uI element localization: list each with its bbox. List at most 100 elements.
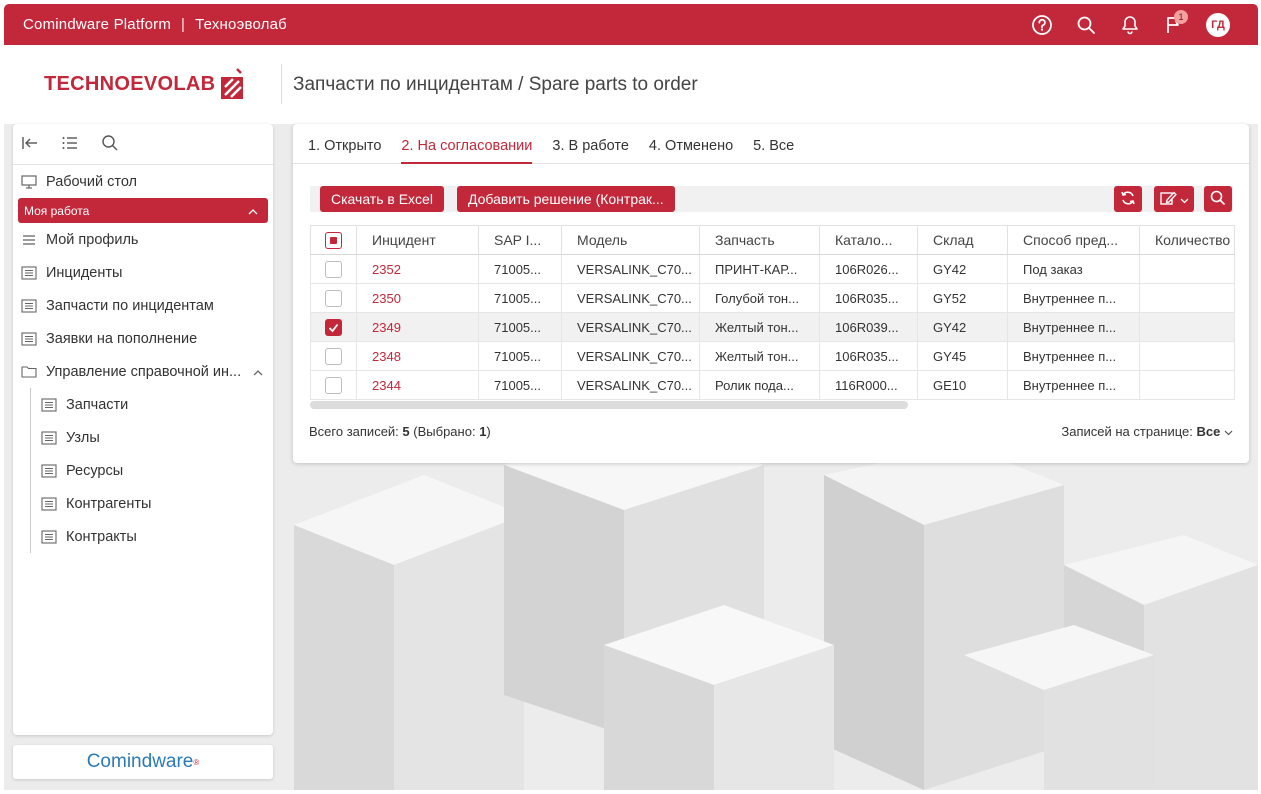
list-icon [40, 430, 58, 445]
chevron-down-icon [1224, 424, 1233, 439]
collapse-sidebar-icon[interactable] [21, 135, 39, 154]
table-row[interactable]: 2349 71005... VERSALINK_C70... Желтый тон..… [310, 312, 1235, 342]
column-header[interactable]: Способ пред... [1007, 225, 1140, 255]
sidebar-item-label: Заявки на пополнение [46, 330, 198, 347]
sidebar-item-spare-parts-incidents[interactable]: Запчасти по инцидентам [13, 289, 273, 322]
sidebar-item-label: Ресурсы [66, 462, 124, 479]
row-checkbox[interactable] [325, 289, 342, 307]
sidebar-search-icon[interactable] [101, 134, 119, 155]
table-cell: VERSALINK_C70... [561, 254, 700, 284]
page-title: Запчасти по инцидентам / Spare parts to … [293, 74, 698, 95]
row-checkbox[interactable] [325, 376, 342, 394]
brand-part-a: Comind [86, 751, 153, 772]
edit-icon [1159, 190, 1178, 209]
incident-link[interactable]: 2344 [356, 370, 479, 400]
refresh-button[interactable] [1114, 186, 1142, 212]
tab-all[interactable]: 5. Все [753, 138, 794, 163]
bell-icon[interactable] [1108, 4, 1152, 45]
sidebar-item-parts[interactable]: Запчасти [13, 388, 273, 421]
table-cell: Ролик пода... [699, 370, 820, 400]
selected-close: ) [486, 424, 491, 439]
row-select-cell[interactable] [310, 312, 357, 342]
data-grid: Инцидент SAP I... Модель Запчасть Катало… [310, 225, 1235, 400]
column-header[interactable]: Склад [917, 225, 1008, 255]
content-frame: TECHNOEVOLAB Запчасти по инцидентам / Sp… [4, 45, 1258, 790]
incident-link[interactable]: 2352 [356, 254, 479, 284]
row-select-cell[interactable] [310, 254, 357, 284]
select-all-cell[interactable] [310, 225, 357, 255]
sidebar-item-nodes[interactable]: Узлы [13, 421, 273, 454]
sidebar-item-contracts[interactable]: Контракты [13, 520, 273, 553]
edit-menu-button[interactable] [1154, 186, 1194, 212]
list-view-icon[interactable] [61, 135, 79, 154]
tab-approval[interactable]: 2. На согласовании [401, 138, 532, 164]
check-icon [328, 323, 339, 332]
horizontal-scrollbar[interactable] [310, 401, 908, 409]
row-select-cell[interactable] [310, 370, 357, 400]
comindware-logo[interactable]: Comind ware ® [13, 745, 273, 779]
status-tabs: 1. Открыто 2. На согласовании 3. В работ… [293, 124, 1249, 164]
sidebar-item-incidents[interactable]: Инциденты [13, 256, 273, 289]
records-summary: Всего записей: 5 (Выбрано: 1) [309, 424, 491, 439]
table-cell: 106R035... [819, 283, 918, 313]
sidebar-toolbar [13, 124, 273, 165]
column-header[interactable]: Инцидент [356, 225, 479, 255]
column-header[interactable]: Катало... [819, 225, 918, 255]
row-checkbox[interactable] [325, 347, 342, 365]
sidebar-section-my-work[interactable]: Моя работа [18, 198, 268, 223]
search-icon[interactable] [1064, 4, 1108, 45]
logo-mark-icon [221, 68, 244, 99]
platform-name[interactable]: Comindware Platform | Техноэволаб [23, 16, 287, 33]
incident-link[interactable]: 2349 [356, 312, 479, 342]
records-per-page[interactable]: Записей на странице: Все [1061, 424, 1233, 439]
sidebar-folder-reference[interactable]: Управление справочной ин... [13, 355, 273, 388]
table-cell: VERSALINK_C70... [561, 341, 700, 371]
sidebar-item-replenishment[interactable]: Заявки на пополнение [13, 322, 273, 355]
org-name: Техноэволаб [195, 16, 287, 33]
sidebar-item-label: Запчасти по инцидентам [46, 297, 214, 314]
row-checkbox[interactable] [325, 260, 342, 278]
column-header[interactable]: SAP I... [478, 225, 562, 255]
column-header[interactable]: Запчасть [699, 225, 820, 255]
column-header[interactable]: Количество [1139, 225, 1235, 255]
table-row[interactable]: 2344 71005... VERSALINK_C70... Ролик пода..… [310, 370, 1235, 400]
column-header[interactable]: Модель [561, 225, 700, 255]
add-decision-button[interactable]: Добавить решение (Контрак... [457, 186, 675, 212]
user-avatar[interactable]: ГД [1196, 4, 1240, 45]
incident-link[interactable]: 2350 [356, 283, 479, 313]
incident-link[interactable]: 2348 [356, 341, 479, 371]
list-icon [40, 397, 58, 412]
sidebar-item-label: Узлы [66, 429, 100, 446]
table-header-row: Инцидент SAP I... Модель Запчасть Катало… [310, 225, 1235, 255]
table-cell [1139, 341, 1235, 371]
grid-search-button[interactable] [1204, 186, 1232, 212]
table-cell: GY42 [917, 312, 1008, 342]
row-checkbox[interactable] [325, 318, 342, 336]
flag-icon[interactable]: 1 [1152, 4, 1196, 45]
sidebar-item-counterparties[interactable]: Контрагенты [13, 487, 273, 520]
help-icon[interactable] [1020, 4, 1064, 45]
table-cell: GE10 [917, 370, 1008, 400]
selected-label: (Выбрано: [413, 424, 476, 439]
tab-cancelled[interactable]: 4. Отменено [649, 138, 733, 163]
sidebar-subtree: Запчасти Узлы Ресурсы Контрагенты Контра… [13, 388, 273, 553]
tab-open[interactable]: 1. Открыто [308, 138, 381, 163]
download-excel-button[interactable]: Скачать в Excel [320, 186, 444, 212]
refresh-icon [1120, 190, 1136, 209]
row-select-cell[interactable] [310, 341, 357, 371]
per-page-label: Записей на странице: [1061, 424, 1193, 439]
tab-in-progress[interactable]: 3. В работе [552, 138, 629, 163]
table-row[interactable]: 2350 71005... VERSALINK_C70... Голубой тон.… [310, 283, 1235, 313]
select-all-checkbox[interactable] [325, 231, 342, 249]
table-row[interactable]: 2352 71005... VERSALINK_C70... ПРИНТ-КАР...… [310, 254, 1235, 284]
sidebar-item-desktop[interactable]: Рабочий стол [13, 165, 273, 198]
company-logo[interactable]: TECHNOEVOLAB [44, 67, 247, 101]
table-cell: Внутреннее п... [1007, 283, 1140, 313]
sidebar-item-profile[interactable]: Мой профиль [13, 223, 273, 256]
row-select-cell[interactable] [310, 283, 357, 313]
table-row[interactable]: 2348 71005... VERSALINK_C70... Желтый тон..… [310, 341, 1235, 371]
platform-label: Comindware Platform [23, 16, 172, 33]
table-cell [1139, 370, 1235, 400]
table-cell [1139, 312, 1235, 342]
sidebar-item-resources[interactable]: Ресурсы [13, 454, 273, 487]
